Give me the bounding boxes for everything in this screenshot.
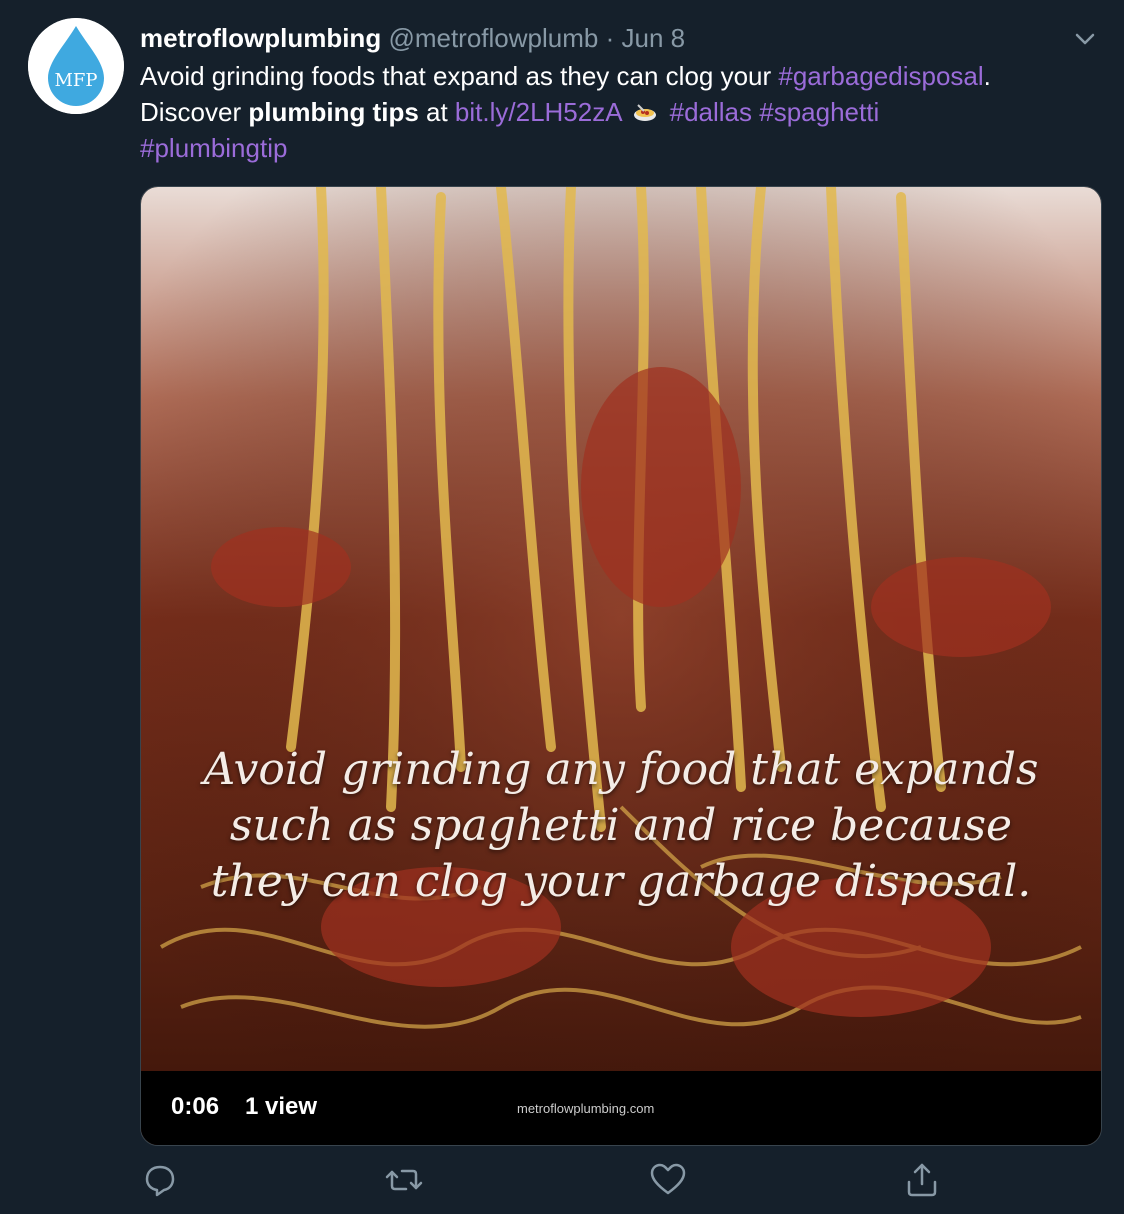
retweet-icon [385,1169,423,1191]
reply-button[interactable] [140,1160,180,1200]
tweet-date[interactable]: Jun 8 [621,23,685,53]
video-watermark: metroflowplumbing.com [517,1101,655,1116]
share-icon [907,1163,937,1197]
retweet-button[interactable] [384,1160,424,1200]
like-button[interactable] [648,1160,688,1200]
hashtag-dallas[interactable]: #dallas [670,97,752,127]
display-name[interactable]: metroflowplumbing [140,23,381,53]
share-button[interactable] [902,1160,942,1200]
text-part: Discover [140,97,249,127]
bold-text: plumbing tips [248,97,419,127]
tweet-text: Avoid grinding foods that expand as they… [140,58,1110,166]
tweet-header: metroflowplumbing @metroflowplumb · Jun … [140,20,685,56]
text-part: at [418,97,455,127]
video-player[interactable]: Avoid grinding any food that expands suc… [140,186,1102,1146]
avatar-monogram: MFP [54,70,97,91]
reply-icon [145,1165,175,1197]
text-part: Avoid grinding foods that expand as they… [140,61,779,91]
avatar[interactable]: MFP [28,18,124,114]
hashtag-spaghetti[interactable]: #spaghetti [759,97,879,127]
separator-dot: · [605,23,615,53]
water-drop-logo-icon: MFP [28,18,124,114]
handle[interactable]: @metroflowplumb [388,23,598,53]
hashtag-plumbingtip[interactable]: #plumbingtip [140,133,287,163]
hashtag-garbagedisposal[interactable]: #garbagedisposal [778,61,983,91]
tweet-actions [140,1160,1100,1204]
view-count: 1 view [245,1093,318,1120]
chevron-down-icon[interactable] [1070,24,1100,54]
heart-icon [650,1163,686,1195]
video-caption-overlay: Avoid grinding any food that expands suc… [203,744,1039,907]
text-part: . [983,61,991,91]
tweet[interactable]: MFP metroflowplumbing @metroflowplumb · … [0,0,1124,1214]
video-timestamp: 0:06 [171,1093,220,1120]
spaghetti-video-frame [141,187,1101,1145]
short-link[interactable]: bit.ly/2LH52zA [455,97,621,127]
video-info-bar: 0:06 1 view metroflowplumbing.com [141,1071,1101,1145]
spaghetti-icon [634,104,657,121]
